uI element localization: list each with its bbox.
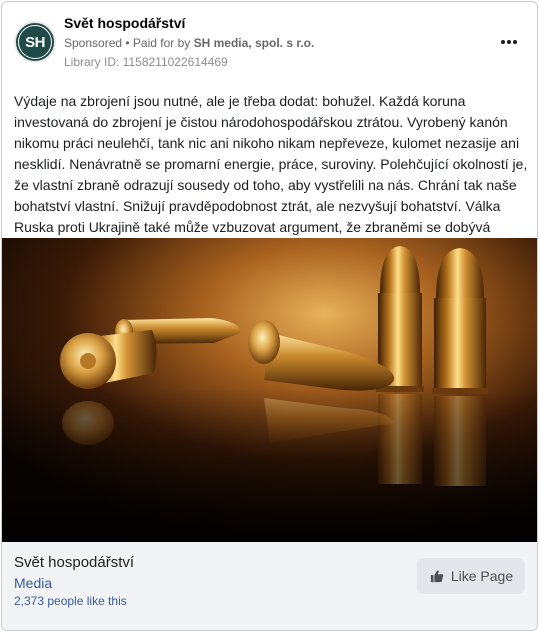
sponsor-line: Sponsored • Paid for by SH media, spol. … bbox=[64, 36, 314, 50]
more-options-button[interactable] bbox=[497, 32, 521, 52]
more-horizontal-icon bbox=[499, 40, 518, 44]
library-id: Library ID: 1158211022614469 bbox=[64, 55, 228, 69]
ad-header: SH Svět hospodářství Sponsored • Paid fo… bbox=[2, 2, 537, 82]
sponsored-label: Sponsored bbox=[64, 36, 123, 50]
like-page-label: Like Page bbox=[450, 568, 514, 584]
footer-page-name[interactable]: Svět hospodářství bbox=[14, 554, 134, 571]
like-page-button[interactable]: Like Page bbox=[417, 558, 525, 594]
ad-footer: Svět hospodářství Media 2,373 people lik… bbox=[2, 542, 537, 630]
ad-card: SH Svět hospodářství Sponsored • Paid fo… bbox=[1, 1, 538, 631]
paid-for-by: SH media, spol. s r.o. bbox=[193, 36, 315, 50]
bullets-photo bbox=[2, 238, 537, 542]
paid-for-prefix: • Paid for by bbox=[122, 36, 194, 50]
thumbs-up-icon bbox=[430, 570, 444, 583]
footer-category[interactable]: Media bbox=[14, 575, 52, 591]
post-text: Výdaje na zbrojení jsou nutné, ale je tř… bbox=[14, 93, 528, 256]
ad-image[interactable] bbox=[2, 238, 537, 542]
page-name-link[interactable]: Svět hospodářství bbox=[64, 15, 185, 31]
page-avatar[interactable]: SH bbox=[14, 21, 56, 63]
footer-likes-count[interactable]: 2,373 people like this bbox=[14, 594, 127, 608]
avatar-logo: SH bbox=[18, 25, 52, 59]
